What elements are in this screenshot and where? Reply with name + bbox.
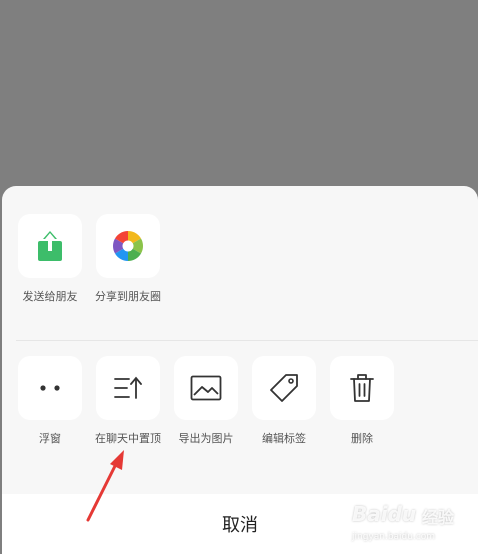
watermark-brand: Baidu [352,502,417,526]
float-window-icon [40,385,60,391]
edit-tags-button[interactable]: 编辑标签 [244,356,324,446]
tag-icon [270,374,298,402]
watermark-url: jingyan.baidu.com [352,532,436,542]
edit-tags-tile [252,356,316,420]
float-window-tile [18,356,82,420]
pin-to-top-label: 在聊天中置顶 [95,432,161,445]
share-row: 发送给朋友 分享到朋友圈 [2,214,478,314]
action-row: 浮窗 在聊天中置顶 导出为图片 编辑标签 删除 [2,356,478,456]
delete-button[interactable]: 删除 [322,356,402,446]
delete-tile [330,356,394,420]
dimmed-backdrop[interactable] [0,0,478,190]
moments-icon [112,231,144,261]
pin-to-top-icon [114,376,142,399]
edit-tags-label: 编辑标签 [262,432,306,445]
send-to-friend-tile [18,214,82,278]
cancel-label: 取消 [222,515,258,536]
share-to-moments-label: 分享到朋友圈 [95,290,161,303]
float-window-button[interactable]: 浮窗 [10,356,90,446]
float-window-label: 浮窗 [39,432,61,445]
send-to-friend-icon [38,231,62,261]
pin-to-top-tile [96,356,160,420]
section-divider [16,340,478,341]
share-to-moments-tile [96,214,160,278]
share-to-moments-button[interactable]: 分享到朋友圈 [88,214,168,304]
delete-label: 删除 [351,432,373,445]
export-image-button[interactable]: 导出为图片 [166,356,246,446]
baidu-watermark: Baidu 经验 jingyan.baidu.com [352,496,474,550]
watermark-cn: 经验 [422,508,455,527]
send-to-friend-button[interactable]: 发送给朋友 [10,214,90,304]
export-image-tile [174,356,238,420]
export-image-icon [190,375,222,401]
pin-to-top-button[interactable]: 在聊天中置顶 [88,356,168,446]
red-arrow-annotation [86,450,124,522]
trash-icon [350,374,374,402]
export-image-label: 导出为图片 [178,432,234,445]
send-to-friend-label: 发送给朋友 [22,290,78,303]
